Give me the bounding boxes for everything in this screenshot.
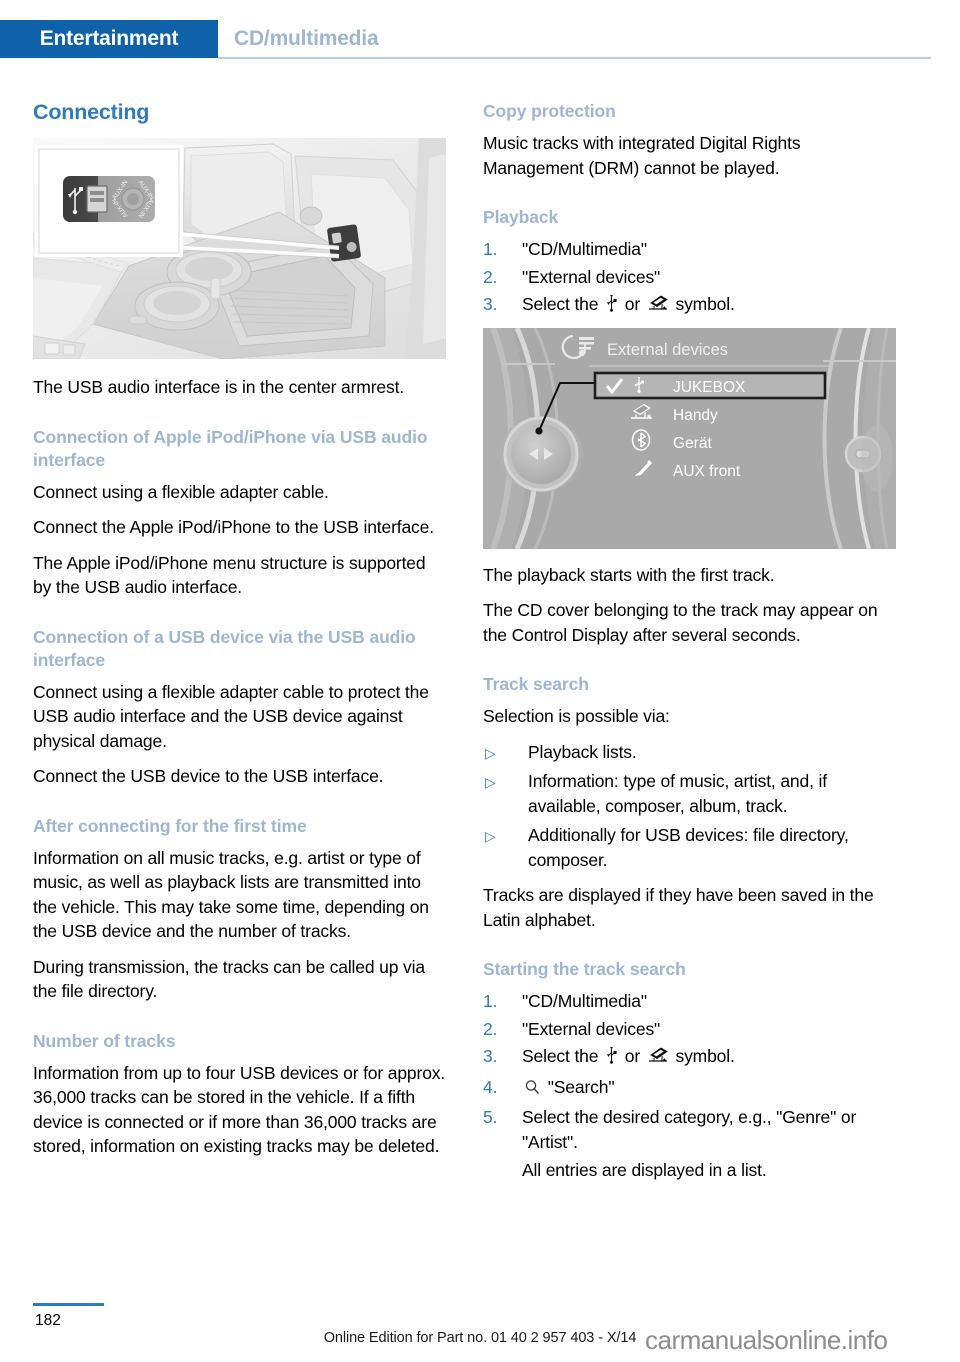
paragraph: Information on all music tracks, e.g. ar… xyxy=(33,847,429,942)
step-text: "CD/Multimedia" xyxy=(522,991,647,1011)
header-divider xyxy=(218,57,931,59)
triangle-bullet-icon: ▷ xyxy=(485,744,496,761)
phone-cradle-icon xyxy=(647,1046,669,1072)
paragraph: Information from up to four USB devices … xyxy=(33,1062,446,1157)
starting-track-search-steps: 1. "CD/Multimedia" 2. "External devices"… xyxy=(483,989,896,1183)
step-text: symbol. xyxy=(675,1046,735,1066)
step-number: 3. xyxy=(483,294,498,314)
magnifier-icon xyxy=(524,1078,541,1103)
list-item: 3. Select the or symbol. xyxy=(483,292,896,320)
list-item: 5. Select the desired category, e.g., "G… xyxy=(483,1105,896,1183)
step-subtext: All entries are displayed in a list. xyxy=(522,1160,767,1180)
paragraph: During transmission, the tracks can be c… xyxy=(33,956,425,1002)
usb-icon xyxy=(605,1046,618,1072)
list-item: 3. Select the or symbol. xyxy=(483,1044,896,1072)
step-number: 3. xyxy=(483,1046,498,1066)
subheading-ipod-connection: Connection of Apple iPod/iPhone via USB … xyxy=(33,426,428,470)
svg-text:AUX front: AUX front xyxy=(673,463,741,480)
list-item: 2. "External devices" xyxy=(483,265,896,290)
subheading-usb-device-connection: Connection of a USB device via the USB a… xyxy=(33,626,416,670)
step-text: Select the desired category, e.g., "Genr… xyxy=(522,1107,857,1152)
paragraph: Connect the Apple iPod/iPhone to the USB… xyxy=(33,517,434,537)
paragraph: Connect the USB device to the USB interf… xyxy=(33,766,384,786)
step-number: 1. xyxy=(483,991,498,1011)
paragraph: The playback starts with the first track… xyxy=(483,564,775,585)
page-title: Connecting xyxy=(33,100,150,124)
triangle-bullet-icon: ▷ xyxy=(485,828,496,844)
step-text: or xyxy=(624,1046,641,1066)
step-text: symbol. xyxy=(675,294,735,314)
paragraph: Connect using a flexible adapter cable. xyxy=(33,481,329,502)
step-text: "Search" xyxy=(547,1076,615,1097)
list-item: 4. "Search" xyxy=(483,1075,896,1103)
step-text: or xyxy=(624,294,641,314)
step-text: Select the xyxy=(522,1046,599,1066)
subheading-copy-protection: Copy protection xyxy=(483,101,616,121)
footer-divider xyxy=(33,1303,104,1306)
watermark: carmanualsonline.info xyxy=(645,1325,888,1355)
subheading-playback: Playback xyxy=(483,207,559,227)
idrive-screen-illustration: External devices JUKEBOX Handy Gerät AUX… xyxy=(483,327,896,549)
paragraph: Tracks are displayed if they have been s… xyxy=(483,885,874,930)
phone-cradle-icon xyxy=(647,294,669,320)
usb-icon xyxy=(605,294,618,320)
list-item: 1. "CD/Multimedia" xyxy=(483,237,896,262)
subheading-after-first-connect: After connecting for the first time xyxy=(33,815,307,836)
subheading-number-of-tracks: Number of tracks xyxy=(33,1030,176,1051)
list-item: ▷ Additionally for USB devices: file dir… xyxy=(483,823,896,872)
center-console-illustration: AUX-IN AUX-IN AUX-IN AUX-IN xyxy=(33,138,446,359)
step-number: 5. xyxy=(483,1107,498,1127)
subheading-track-search: Track search xyxy=(483,674,589,694)
svg-text:Gerät: Gerät xyxy=(673,435,712,452)
bullet-text: Information: type of music, artist, and,… xyxy=(528,771,827,816)
list-item: ▷ Playback lists. xyxy=(483,740,896,765)
list-item: 2. "External devices" xyxy=(483,1017,896,1042)
track-search-bullets: ▷ Playback lists. ▷ Information: type of… xyxy=(483,740,896,873)
step-number: 2. xyxy=(483,266,498,287)
bullet-text: Playback lists. xyxy=(528,741,637,762)
step-number: 2. xyxy=(483,1018,498,1039)
svg-text:JUKEBOX: JUKEBOX xyxy=(673,379,746,396)
step-number: 1. xyxy=(483,239,498,259)
paragraph: The Apple iPod/iPhone menu structure is … xyxy=(33,552,426,598)
intro-paragraph: The USB audio interface is in the center… xyxy=(33,377,405,397)
figure-idrive-external-devices: External devices JUKEBOX Handy Gerät AUX… xyxy=(483,327,896,549)
right-column: Copy protection Music tracks with integr… xyxy=(483,100,896,1186)
page-number: 182 xyxy=(35,1312,61,1329)
step-number: 4. xyxy=(483,1076,498,1097)
step-text: "CD/Multimedia" xyxy=(522,239,647,259)
paragraph: Connect using a flexible adapter cable t… xyxy=(33,681,429,751)
paragraph: Music tracks with integrated Digital Rig… xyxy=(483,133,801,178)
playback-steps: 1. "CD/Multimedia" 2. "External devices"… xyxy=(483,237,896,320)
svg-text:Handy: Handy xyxy=(673,407,718,424)
usb-aux-module-detail: AUX-IN AUX-IN AUX-IN AUX-IN xyxy=(63,176,155,222)
left-column: Connecting AUX-IN AUX-IN AUX-IN AUX-IN T… xyxy=(33,100,446,1159)
figure-center-console: AUX-IN AUX-IN AUX-IN AUX-IN xyxy=(33,138,446,359)
triangle-bullet-icon: ▷ xyxy=(485,774,496,790)
screen-title-text: External devices xyxy=(607,341,728,359)
bullet-text: Additionally for USB devices: file direc… xyxy=(528,825,849,870)
list-item: ▷ Information: type of music, artist, an… xyxy=(483,769,896,818)
tab-cd-multimedia[interactable]: CD/multimedia xyxy=(234,20,379,58)
list-item: 1. "CD/Multimedia" xyxy=(483,989,896,1014)
paragraph: Selection is possible via: xyxy=(483,706,670,726)
step-text: Select the xyxy=(522,294,599,314)
subheading-starting-track-search: Starting the track search xyxy=(483,959,686,979)
step-text: "External devices" xyxy=(522,1018,661,1039)
step-text: "External devices" xyxy=(522,266,661,287)
paragraph: The CD cover belonging to the track may … xyxy=(483,600,878,645)
tab-entertainment[interactable]: Entertainment xyxy=(0,20,218,58)
